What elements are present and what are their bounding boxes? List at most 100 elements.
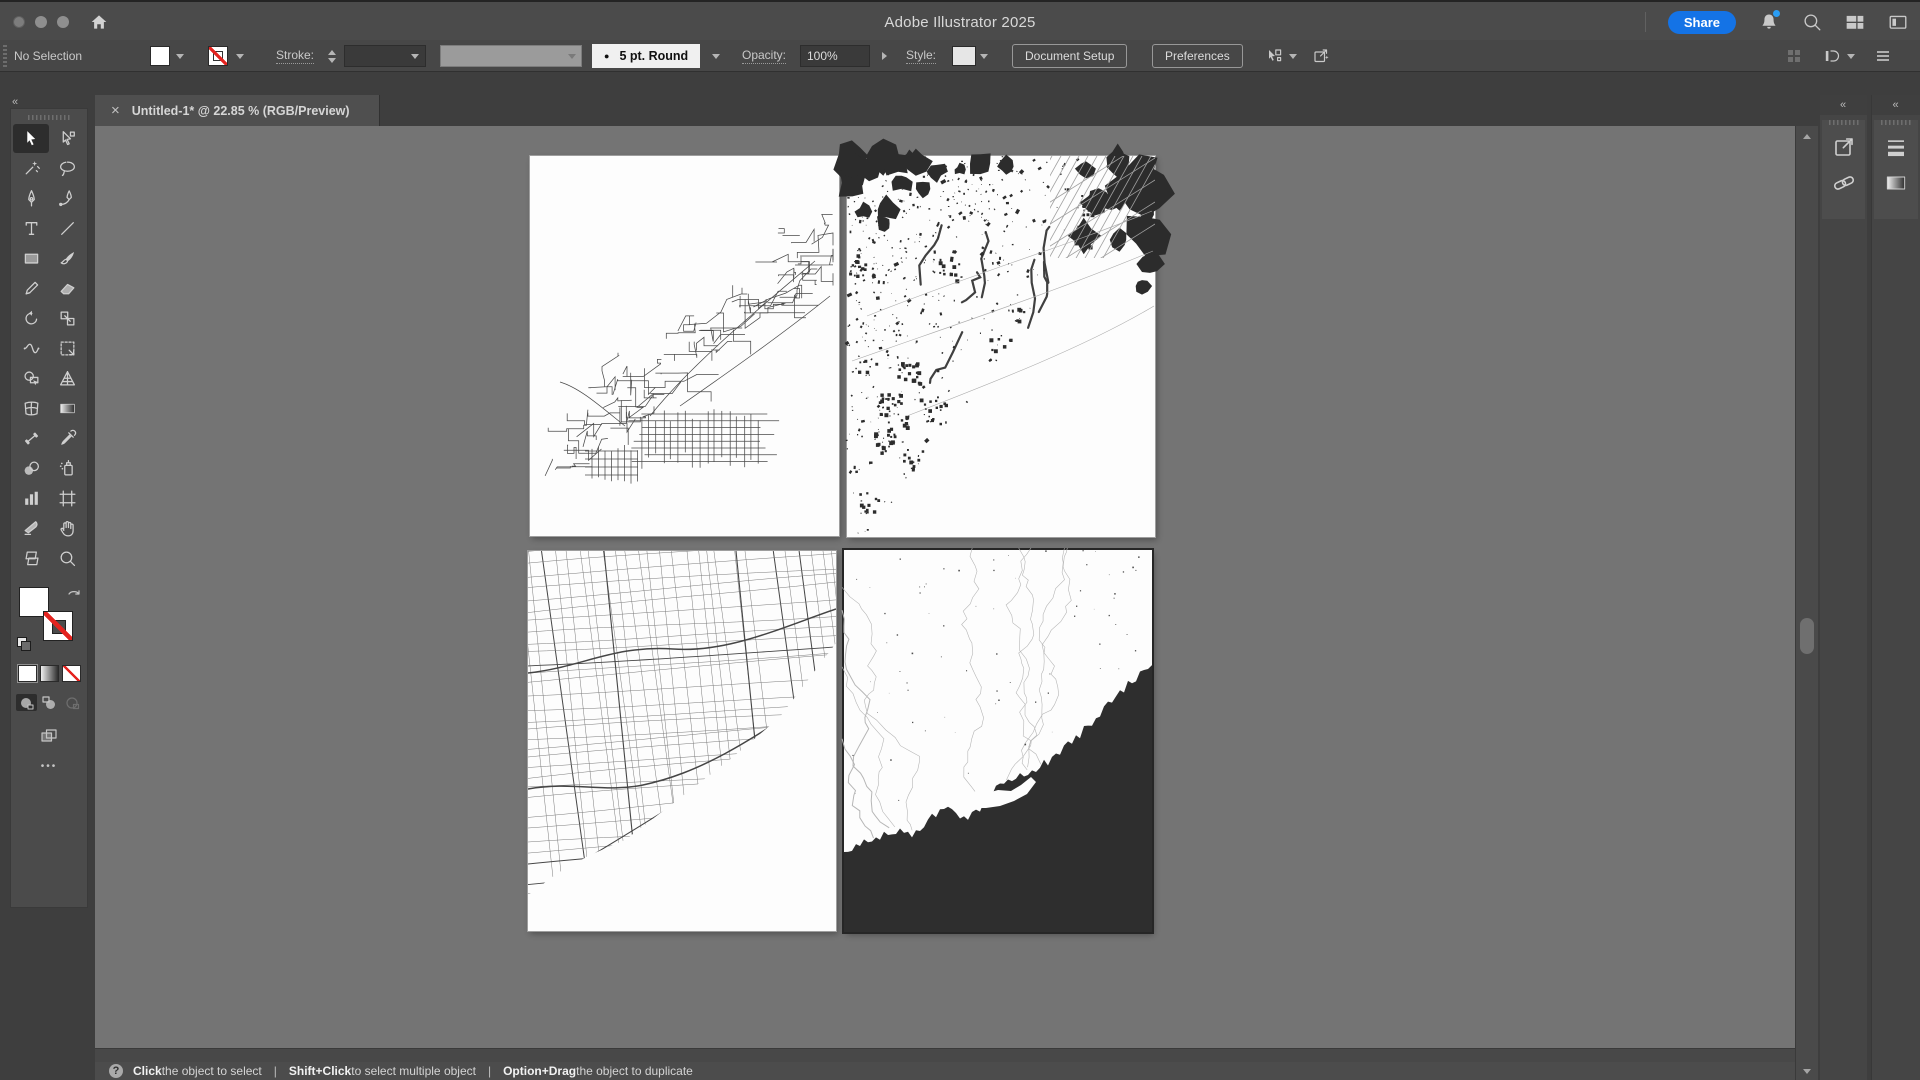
style-label[interactable]: Style: [906, 48, 936, 64]
variable-width-profile-dropdown[interactable] [440, 45, 582, 67]
draw-behind-button[interactable] [39, 694, 60, 711]
workspace-layout-icon[interactable] [1844, 12, 1865, 33]
document-setup-button[interactable]: Document Setup [1012, 44, 1127, 68]
scale-tool[interactable] [49, 304, 85, 333]
export-asset-icon[interactable] [1311, 46, 1331, 66]
controlbar-grip[interactable] [3, 45, 7, 67]
stroke-weight-label[interactable]: Stroke: [276, 48, 314, 64]
shape-builder-tool[interactable] [13, 364, 49, 393]
hint-separator: | [488, 1064, 491, 1078]
stroke-color-indicator[interactable] [43, 611, 73, 641]
slice-tool[interactable] [13, 514, 49, 543]
line-segment-tool[interactable] [49, 214, 85, 243]
paint-mode-row [11, 665, 87, 682]
opacity-more-icon[interactable] [882, 52, 887, 60]
eraser-tool[interactable] [49, 274, 85, 303]
direct-selection-tool[interactable] [49, 124, 85, 153]
style-swatch[interactable] [952, 46, 976, 66]
workspace-menu-icon[interactable] [1873, 46, 1893, 66]
vertical-scroll-thumb[interactable] [1800, 618, 1814, 654]
scroll-down-icon[interactable] [1803, 1069, 1811, 1074]
perspective-grid-tool[interactable] [49, 364, 85, 393]
help-icon[interactable]: ? [109, 1064, 123, 1078]
hint-key: Option+Drag [503, 1064, 576, 1078]
type-tool[interactable] [13, 214, 49, 243]
magic-wand-tool[interactable] [13, 154, 49, 183]
swap-fill-stroke-icon[interactable] [65, 587, 83, 610]
artboard-street-map[interactable] [528, 551, 836, 931]
horizontal-scrollbar[interactable] [95, 1048, 1795, 1062]
draw-inside-button[interactable] [62, 694, 83, 711]
select-similar-icon[interactable] [1264, 46, 1284, 66]
opacity-label[interactable]: Opacity: [742, 48, 786, 64]
zoom-tool[interactable] [49, 544, 85, 573]
lasso-tool[interactable] [49, 154, 85, 183]
paintbrush-tool[interactable] [49, 244, 85, 273]
column-graph-tool[interactable] [13, 484, 49, 513]
stroke-weight-field[interactable] [344, 45, 426, 67]
brush-chevron-icon[interactable] [712, 54, 720, 59]
share-button[interactable]: Share [1668, 11, 1736, 34]
document-tab[interactable]: × Untitled-1* @ 22.85 % (RGB/Preview) [95, 95, 380, 126]
stroke-chevron-icon[interactable] [236, 54, 244, 59]
selection-tool[interactable] [13, 124, 49, 153]
brush-definition-dropdown[interactable]: ● 5 pt. Round [592, 44, 700, 68]
artboard-water-map[interactable] [844, 550, 1152, 932]
stroke-weight-stepper[interactable] [328, 50, 336, 63]
toolbar-grip[interactable] [28, 115, 70, 120]
default-fill-stroke-icon[interactable] [17, 637, 31, 651]
artboard-landcover-map[interactable] [847, 156, 1155, 537]
export-panel-icon[interactable] [1830, 133, 1858, 161]
search-icon[interactable] [1801, 12, 1822, 33]
hand-tool[interactable] [49, 514, 85, 543]
panel-collapse-button[interactable]: « [1872, 95, 1920, 115]
curvature-tool[interactable] [49, 184, 85, 213]
free-transform-tool[interactable] [49, 334, 85, 363]
symbol-sprayer-tool[interactable] [49, 454, 85, 483]
none-mode-button[interactable] [62, 665, 81, 682]
gradient-mode-button[interactable] [40, 665, 59, 682]
tab-close-icon[interactable]: × [111, 103, 120, 118]
draw-normal-button[interactable] [16, 694, 37, 711]
gradient-tool[interactable] [49, 394, 85, 423]
style-chevron-icon[interactable] [980, 54, 988, 59]
chevron-down-icon[interactable] [1847, 54, 1855, 59]
print-tiling-tool[interactable] [13, 544, 49, 573]
stroke-color-swatch[interactable] [208, 46, 228, 66]
panel-collapse-button[interactable]: « [1820, 95, 1867, 115]
rectangle-tool[interactable] [13, 244, 49, 273]
opacity-field[interactable]: 100% [800, 45, 870, 67]
panel-grip[interactable] [1829, 120, 1859, 125]
grid-view-icon[interactable] [1784, 46, 1804, 66]
stroke-panel-icon[interactable] [1882, 133, 1910, 161]
edit-toolbar-button[interactable]: ••• [11, 761, 87, 772]
hint-text: to select multiple object [351, 1064, 476, 1078]
notifications-bell-icon[interactable] [1758, 12, 1779, 33]
panel-grip[interactable] [1881, 120, 1911, 125]
preferences-button[interactable]: Preferences [1152, 44, 1243, 68]
gradient-panel-icon[interactable] [1882, 169, 1910, 197]
artboard-transit-map[interactable] [530, 156, 839, 536]
canvas[interactable] [95, 126, 1795, 1048]
eyedropper-tool[interactable] [49, 424, 85, 453]
rotate-view-tool[interactable] [13, 424, 49, 453]
mesh-tool[interactable] [13, 394, 49, 423]
chevron-down-icon[interactable] [1289, 54, 1297, 59]
artboard-tool[interactable] [49, 484, 85, 513]
scroll-up-icon[interactable] [1803, 134, 1811, 139]
screen-mode-button[interactable] [34, 725, 64, 747]
pen-tool[interactable] [13, 184, 49, 213]
panel-view-icon[interactable] [1887, 12, 1908, 33]
width-tool[interactable] [13, 334, 49, 363]
rotate-tool[interactable] [13, 304, 49, 333]
color-mode-button[interactable] [18, 665, 37, 682]
fill-color-swatch[interactable] [150, 46, 170, 66]
fill-chevron-icon[interactable] [176, 54, 184, 59]
blend-tool[interactable] [13, 454, 49, 483]
arrange-documents-icon[interactable] [1822, 46, 1842, 66]
links-panel-icon[interactable] [1830, 169, 1858, 197]
pencil-tool[interactable] [13, 274, 49, 303]
toolbar-collapse-button[interactable]: « [12, 96, 19, 108]
fill-stroke-block [17, 587, 83, 653]
vertical-scrollbar[interactable] [1795, 126, 1818, 1080]
